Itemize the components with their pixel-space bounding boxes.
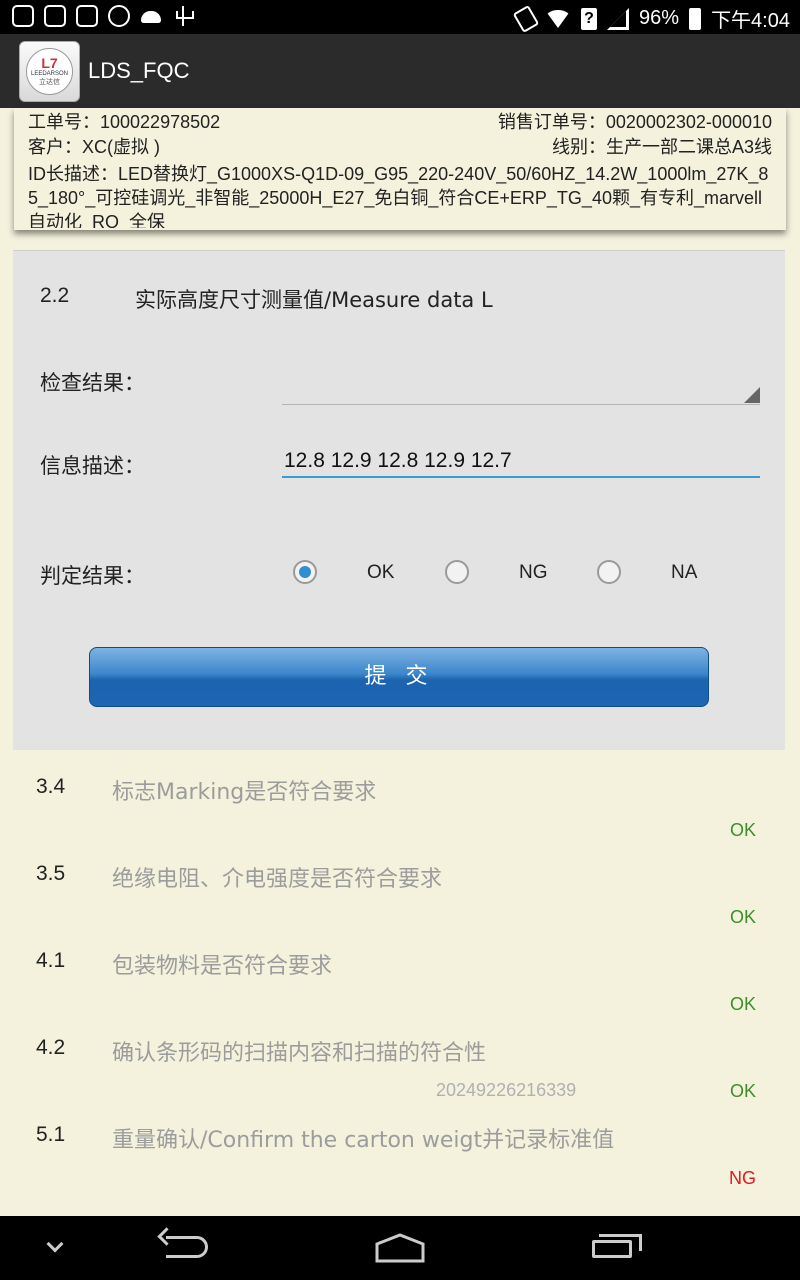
vibrate-icon bbox=[512, 4, 540, 33]
item-number: 3.5 bbox=[36, 862, 66, 885]
list-item[interactable]: 3.4 标志Marking是否符合要求 OK bbox=[0, 750, 800, 840]
back-icon[interactable] bbox=[166, 1236, 208, 1258]
question-icon: ? bbox=[581, 7, 598, 30]
item-number: 4.2 bbox=[36, 1036, 66, 1059]
action-bar: L7 LEEDARSON 立达信 LDS_FQC bbox=[0, 34, 800, 108]
item-title: 确认条形码的扫描内容和扫描的符合性 bbox=[112, 1041, 487, 1066]
info-row-2: 客户：XC(虚拟 ) 线别：生产一部二课总A3线 bbox=[28, 135, 772, 159]
list-item[interactable]: 4.1 包装物料是否符合要求 OK bbox=[0, 924, 800, 1014]
id-description: ID长描述：LED替换灯_G1000XS-Q1D-09_G95_220-240V… bbox=[28, 164, 769, 228]
logo-mark: L7 bbox=[41, 55, 58, 71]
wifi-icon bbox=[545, 9, 572, 28]
item-number: 4.1 bbox=[36, 949, 66, 972]
dropdown-arrow-icon bbox=[744, 387, 760, 403]
signal-icon bbox=[607, 7, 630, 30]
check-result-label: 检查结果： bbox=[40, 371, 145, 395]
android-icon bbox=[140, 5, 162, 27]
inspection-list[interactable]: 3.4 标志Marking是否符合要求 OK 3.5 绝缘电阻、介电强度是否符合… bbox=[0, 750, 800, 1216]
radio-na-label[interactable]: NA bbox=[671, 562, 697, 584]
submit-button[interactable]: 提 交 bbox=[89, 647, 709, 707]
production-line: 线别：生产一部二课总A3线 bbox=[551, 137, 772, 157]
hide-keyboard-icon[interactable] bbox=[46, 1235, 64, 1253]
sales-order: 销售订单号：0020002302-000010 bbox=[497, 112, 772, 132]
item-result: NG bbox=[729, 1168, 756, 1188]
check-result-spinner[interactable] bbox=[282, 383, 760, 405]
list-item[interactable]: 4.2 确认条形码的扫描内容和扫描的符合性 20249226216339 OK bbox=[0, 1011, 800, 1101]
logo-badge: L7 LEEDARSON 立达信 bbox=[26, 48, 73, 95]
item-title: 标志Marking是否符合要求 bbox=[112, 780, 377, 805]
status-right: ? 96% 下午4:04 bbox=[512, 4, 790, 33]
item-title: 包装物料是否符合要求 bbox=[112, 954, 333, 979]
notification-icon bbox=[12, 5, 34, 27]
clock: 下午4:04 bbox=[711, 10, 790, 32]
app-logo[interactable]: L7 LEEDARSON 立达信 bbox=[19, 41, 80, 102]
radio-ng-label[interactable]: NG bbox=[519, 562, 548, 584]
battery-percent: 96% bbox=[639, 7, 680, 29]
list-item[interactable]: 5.1 重量确认/Confirm the carton weigt并记录标准值 … bbox=[0, 1098, 800, 1188]
app-icon bbox=[44, 5, 66, 27]
dialog-item-number: 2.2 bbox=[40, 284, 70, 307]
dialog-item-title: 实际高度尺寸测量值/Measure data L bbox=[135, 288, 493, 312]
info-input[interactable]: 12.8 12.9 12.8 12.9 12.7 bbox=[282, 446, 760, 478]
judge-radio-group: OK NG NA bbox=[13, 558, 785, 588]
radio-na[interactable] bbox=[597, 560, 621, 584]
status-bar: ? 96% 下午4:04 bbox=[0, 0, 800, 34]
radio-ok[interactable] bbox=[293, 560, 317, 584]
inspection-dialog: 2.2 实际高度尺寸测量值/Measure data L 检查结果： 信息描述：… bbox=[13, 250, 785, 750]
list-item[interactable]: 3.5 绝缘电阻、介电强度是否符合要求 OK bbox=[0, 837, 800, 927]
item-title: 绝缘电阻、介电强度是否符合要求 bbox=[112, 867, 443, 892]
work-order: 工单号：100022978502 bbox=[28, 112, 221, 132]
item-number: 5.1 bbox=[36, 1123, 66, 1146]
item-number: 3.4 bbox=[36, 775, 66, 798]
app-icon-2 bbox=[76, 5, 98, 27]
status-left-icons bbox=[12, 5, 194, 27]
app-title: LDS_FQC bbox=[88, 58, 190, 83]
info-label: 信息描述： bbox=[40, 454, 145, 478]
sync-icon bbox=[108, 5, 130, 27]
item-title: 重量确认/Confirm the carton weigt并记录标准值 bbox=[112, 1128, 615, 1153]
usb-icon bbox=[172, 5, 194, 27]
info-row-1: 工单号：100022978502 销售订单号：0020002302-000010 bbox=[28, 110, 772, 134]
navigation-bar bbox=[0, 1216, 800, 1280]
customer: 客户：XC(虚拟 ) bbox=[28, 137, 160, 157]
order-info: 工单号：100022978502 销售订单号：0020002302-000010… bbox=[14, 108, 786, 230]
recent-apps-icon[interactable] bbox=[592, 1234, 642, 1258]
logo-cn: 立达信 bbox=[39, 78, 60, 86]
home-icon[interactable] bbox=[374, 1232, 426, 1264]
radio-ng[interactable] bbox=[445, 560, 469, 584]
radio-ok-label[interactable]: OK bbox=[367, 562, 394, 584]
battery-icon bbox=[689, 7, 702, 30]
